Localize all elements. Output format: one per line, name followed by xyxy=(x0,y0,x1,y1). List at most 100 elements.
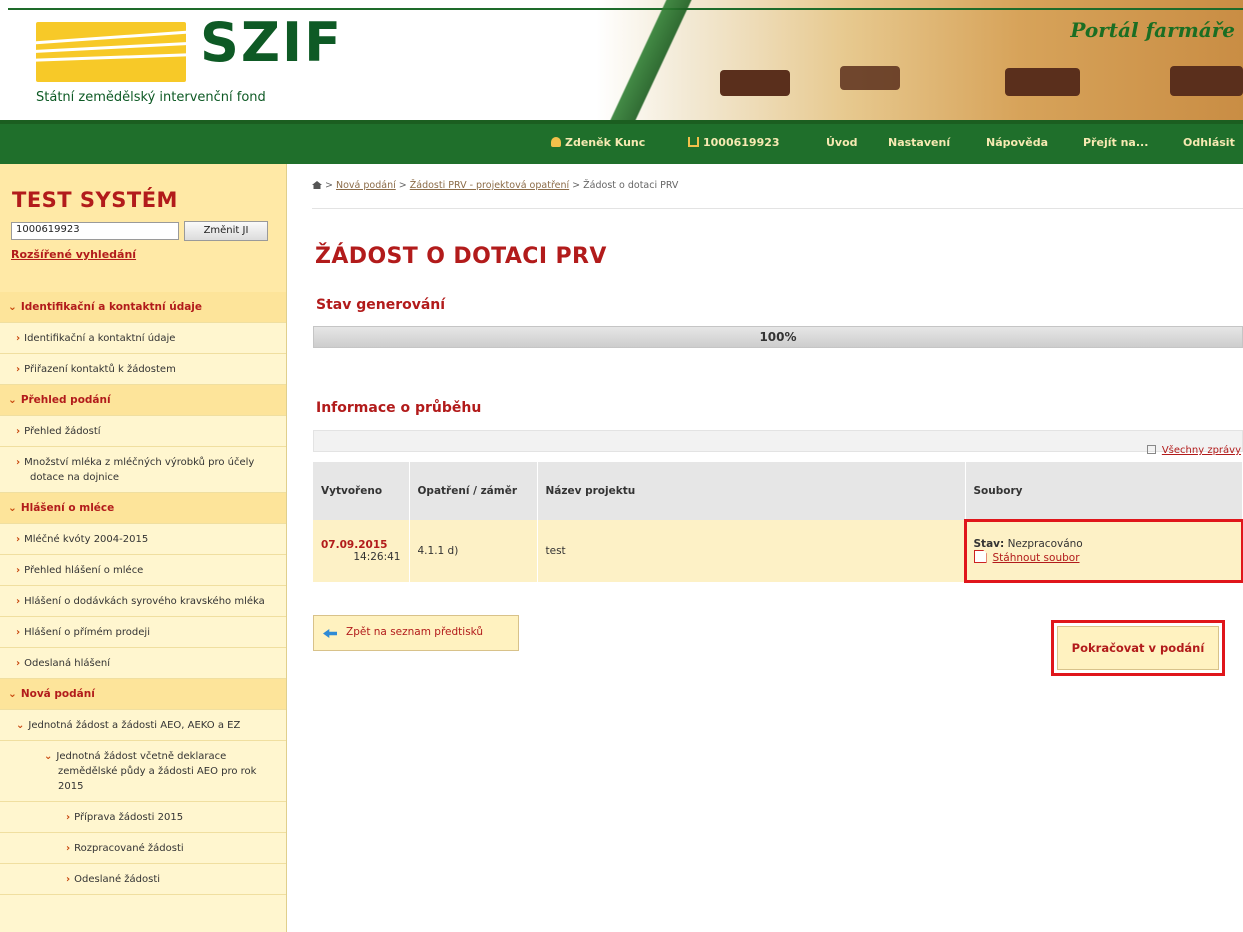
all-messages-label: Všechny zprávy xyxy=(1161,445,1241,456)
sidebar-section-overview[interactable]: ⌄ Přehled podání xyxy=(0,385,286,416)
sidebar-item-sent-applications[interactable]: › Odeslané žádosti xyxy=(0,864,286,895)
sidebar-item-label: Příprava žádosti 2015 xyxy=(74,812,184,823)
col-project-name: Název projektu xyxy=(537,462,966,520)
continue-highlight: Pokračovat v podání xyxy=(1051,620,1225,676)
sidebar-item-sent-reports[interactable]: › Odeslaná hlášení xyxy=(0,648,286,679)
sidebar-item-drafts[interactable]: › Rozpracované žádosti xyxy=(0,833,286,864)
nav-logout[interactable]: Odhlásit xyxy=(1183,136,1235,149)
sidebar-item-milk-quotas[interactable]: › Mléčné kvóty 2004-2015 xyxy=(0,524,286,555)
download-link[interactable]: Stáhnout soubor xyxy=(973,550,1235,564)
sidebar-item-label: Jednotná žádost a žádosti AEO, AEKO a EZ xyxy=(28,720,241,731)
back-button-label: Zpět na seznam předtisků xyxy=(346,626,484,638)
sidebar-item-label: Odeslaná hlášení xyxy=(24,658,110,669)
sidebar-section-milk[interactable]: ⌄ Hlášení o mléce xyxy=(0,493,286,524)
user-name-label: Zdeněk Kunc xyxy=(565,136,646,149)
sidebar-section-contact[interactable]: ⌄ Identifikační a kontaktní údaje xyxy=(0,292,286,323)
sidebar-header: TEST SYSTÉM 1000619923 Změnit JI Rozšíře… xyxy=(0,164,286,292)
nav-help[interactable]: Nápověda xyxy=(986,136,1048,149)
sidebar-item-milk-quantity[interactable]: › Množství mléka z mléčných výrobků pro ú… xyxy=(0,447,286,493)
back-to-list-button[interactable]: Zpět na seznam předtisků xyxy=(313,615,519,651)
sidebar-item-label: Mléčné kvóty 2004-2015 xyxy=(24,534,149,545)
sidebar-item-label: Přiřazení kontaktů k žádostem xyxy=(24,364,176,375)
chevron-down-icon: ⌄ xyxy=(8,502,17,514)
logo-text[interactable]: SZIF xyxy=(200,16,343,70)
sidebar-item-prepare-2015[interactable]: › Příprava žádosti 2015 xyxy=(0,802,286,833)
progress-table: Vytvořeno Opatření / záměr Název projekt… xyxy=(313,462,1243,583)
sidebar-item-raw-milk[interactable]: › Hlášení o dodávkách syrového kravského … xyxy=(0,586,286,617)
advanced-search-link[interactable]: Rozšířené vyhledání xyxy=(11,248,136,261)
chevron-right-icon: › xyxy=(66,874,71,885)
progress-label: 100% xyxy=(759,330,797,344)
chevron-down-icon: ⌄ xyxy=(8,688,17,700)
cow-image xyxy=(1005,68,1080,96)
nav-settings[interactable]: Nastavení xyxy=(888,136,950,149)
status-value: Nezpracováno xyxy=(1007,538,1083,550)
chevron-right-icon: › xyxy=(16,534,21,545)
created-date: 07.09.2015 xyxy=(321,539,388,551)
sidebar-item-label: Hlášení o dodávkách syrového kravského m… xyxy=(24,596,265,607)
table-row: 07.09.2015 14:26:41 4.1.1 d) test Stav: … xyxy=(313,519,1243,583)
breadcrumb: > Nová podání > Žádosti PRV - projektová… xyxy=(312,180,678,191)
table-header-row: Vytvořeno Opatření / záměr Název projekt… xyxy=(313,462,1243,520)
breadcrumb-new-filings[interactable]: Nová podání xyxy=(336,180,396,191)
user-name[interactable]: Zdeněk Kunc xyxy=(551,136,645,149)
chevron-right-icon: › xyxy=(16,565,21,576)
chevron-right-icon: › xyxy=(66,812,71,823)
download-label: Stáhnout soubor xyxy=(992,552,1080,564)
arrow-left-icon xyxy=(323,629,337,638)
sidebar-section-label: Přehled podání xyxy=(20,394,111,406)
progress-info-heading: Informace o průběhu xyxy=(316,400,482,416)
sidebar-item-label: Množství mléka z mléčných výrobků pro úč… xyxy=(24,457,255,483)
status-label: Stav: xyxy=(973,538,1005,550)
created-time: 14:26:41 xyxy=(353,551,401,563)
user-icon xyxy=(551,137,561,147)
portal-title: Portál farmáře xyxy=(1070,18,1235,42)
cow-image xyxy=(1170,66,1243,96)
sidebar-item-label: Rozpracované žádosti xyxy=(74,843,184,854)
expand-icon xyxy=(1146,445,1156,454)
sidebar-item-contact[interactable]: › Identifikační a kontaktní údaje xyxy=(0,323,286,354)
site-header: SZIF Státní zemědělský intervenční fond … xyxy=(0,0,1243,124)
sidebar-item-label: Hlášení o přímém prodeji xyxy=(24,627,150,638)
sidebar-item-label: Jednotná žádost včetně deklarace zeměděl… xyxy=(56,751,257,792)
sidebar-item-single-application-2015[interactable]: ⌄ Jednotná žádost včetně deklarace zemědě… xyxy=(0,741,286,802)
breadcrumb-prv-measures[interactable]: Žádosti PRV - projektová opatření xyxy=(410,180,569,191)
all-messages-link[interactable]: Všechny zprávy xyxy=(1146,445,1241,456)
cell-project: test xyxy=(537,520,966,582)
cow-image xyxy=(720,70,790,96)
subject-id-input[interactable]: 1000619923 xyxy=(11,222,179,240)
sidebar-item-single-application[interactable]: ⌄ Jednotná žádost a žádosti AEO, AEKO a E… xyxy=(0,710,286,741)
sidebar-item-applications[interactable]: › Přehled žádostí xyxy=(0,416,286,447)
col-created: Vytvořeno xyxy=(313,462,410,520)
chevron-down-icon: ⌄ xyxy=(8,394,17,406)
sidebar-item-label: Odeslané žádosti xyxy=(74,874,161,885)
nav-goto[interactable]: Přejít na... xyxy=(1083,136,1148,149)
generation-heading: Stav generování xyxy=(316,297,446,313)
chevron-down-icon: ⌄ xyxy=(8,301,17,313)
id-icon xyxy=(688,137,699,147)
main-content: > Nová podání > Žádosti PRV - projektová… xyxy=(288,164,1243,932)
sidebar-item-label: Přehled žádostí xyxy=(24,426,101,437)
home-icon[interactable] xyxy=(312,181,322,189)
page-title: ŽÁDOST O DOTACI PRV xyxy=(315,244,607,269)
sidebar-section-label: Identifikační a kontaktní údaje xyxy=(20,301,203,313)
subject-id-label: 1000619923 xyxy=(703,136,780,149)
subject-id[interactable]: 1000619923 xyxy=(688,136,780,149)
chevron-right-icon: › xyxy=(66,843,71,854)
pdf-icon xyxy=(973,550,987,563)
sidebar-item-milk-reports[interactable]: › Přehled hlášení o mléce xyxy=(0,555,286,586)
sidebar-item-label: Přehled hlášení o mléce xyxy=(24,565,144,576)
sidebar-item-direct-sale[interactable]: › Hlášení o přímém prodeji xyxy=(0,617,286,648)
chevron-right-icon: › xyxy=(16,364,21,375)
chevron-right-icon: › xyxy=(16,426,21,437)
chevron-right-icon: › xyxy=(16,627,21,638)
sidebar-section-new[interactable]: ⌄ Nová podání xyxy=(0,679,286,710)
sidebar-item-assign-contacts[interactable]: › Přiřazení kontaktů k žádostem xyxy=(0,354,286,385)
file-status: Stav: Nezpracováno xyxy=(974,538,1235,550)
szif-logo-mark xyxy=(36,22,186,82)
nav-home[interactable]: Úvod xyxy=(826,136,858,149)
logo-subtitle: Státní zemědělský intervenční fond xyxy=(36,90,266,105)
change-subject-button[interactable]: Změnit JI xyxy=(184,221,268,241)
sidebar-item-label: Identifikační a kontaktní údaje xyxy=(24,333,176,344)
continue-button[interactable]: Pokračovat v podání xyxy=(1057,626,1219,670)
